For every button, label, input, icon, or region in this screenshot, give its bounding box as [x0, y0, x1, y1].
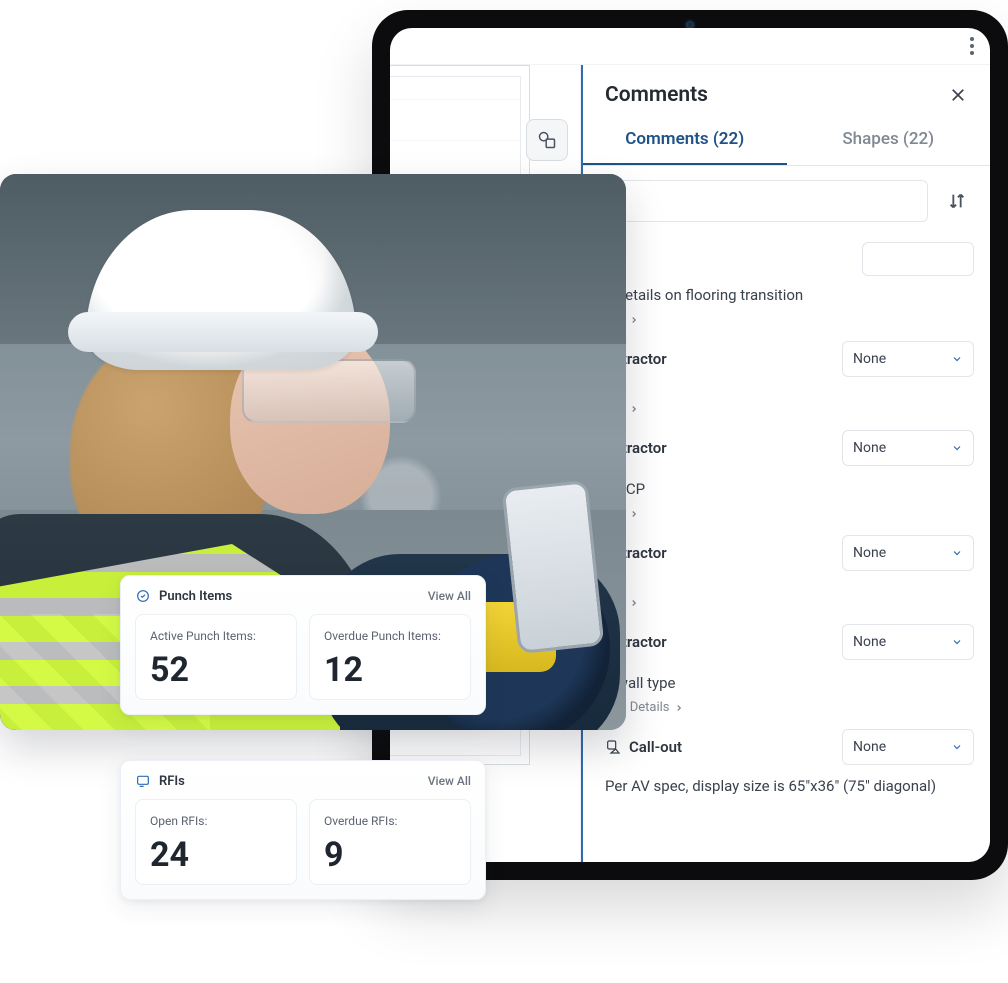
comments-panel: Comments Comments (22) Shapes (22) [581, 65, 990, 862]
assignee-select[interactable]: None [842, 341, 974, 377]
chevron-right-icon [629, 404, 639, 414]
tile-label: Open RFIs: [150, 814, 282, 828]
more-menu-icon[interactable] [964, 31, 980, 61]
tab-underline [583, 163, 787, 165]
ipad-topbar [390, 28, 990, 65]
chevron-right-icon [629, 509, 639, 519]
shapes-tool-button[interactable] [526, 119, 568, 161]
tab-comments[interactable]: Comments (22) [583, 117, 787, 163]
view-all-link[interactable]: View All [428, 774, 471, 788]
chevron-down-icon [951, 636, 963, 648]
tile-value: 52 [150, 653, 282, 687]
tile-label: Active Punch Items: [150, 629, 282, 643]
sort-icon [946, 190, 968, 212]
tile-label: Overdue RFIs: [324, 814, 456, 828]
see-details-link[interactable]: ails [605, 506, 974, 521]
tile-value: 12 [324, 653, 456, 687]
comment-text: e wall type [605, 674, 974, 692]
callout-label: Call-out [605, 738, 682, 756]
close-button[interactable] [944, 81, 972, 109]
comment-text: e details on flooring transition [605, 286, 974, 304]
tile-value: 24 [150, 838, 282, 872]
search-input[interactable]: Search [599, 180, 928, 222]
comment-item[interactable]: e details on flooring transition ails on… [583, 236, 974, 387]
punch-icon [135, 588, 151, 604]
view-all-link[interactable]: View All [428, 589, 471, 603]
chevron-right-icon [629, 315, 639, 325]
comment-text: e RCP [605, 480, 974, 498]
callout-body: Per AV spec, display size is 65"x36" (75… [605, 777, 974, 795]
status-pill[interactable] [862, 242, 974, 276]
rfi-icon [135, 773, 151, 789]
tab-shapes[interactable]: Shapes (22) [787, 117, 991, 163]
stat-tile[interactable]: Active Punch Items: 52 [135, 614, 297, 700]
punch-items-card: Punch Items View All Active Punch Items:… [120, 575, 486, 715]
see-details-link[interactable]: ails [605, 312, 974, 327]
shapes-icon [537, 130, 557, 150]
rfis-card: RFIs View All Open RFIs: 24 Overdue RFIs… [120, 760, 486, 900]
card-title: Punch Items [135, 588, 232, 604]
stat-tile[interactable]: Open RFIs: 24 [135, 799, 297, 885]
stat-tile[interactable]: Overdue RFIs: 9 [309, 799, 471, 885]
panel-tabs: Comments (22) Shapes (22) [583, 117, 990, 166]
assignee-select[interactable]: None [842, 535, 974, 571]
stat-tile[interactable]: Overdue Punch Items: 12 [309, 614, 471, 700]
assignee-select[interactable]: None [842, 729, 974, 765]
sort-button[interactable] [940, 181, 974, 221]
see-details-link[interactable]: See Details [605, 700, 974, 715]
tile-value: 9 [324, 838, 456, 872]
panel-title: Comments [605, 83, 708, 107]
chevron-down-icon [951, 741, 963, 753]
chevron-down-icon [951, 442, 963, 454]
callout-icon [605, 739, 621, 755]
card-title: RFIs [135, 773, 185, 789]
chevron-down-icon [951, 353, 963, 365]
assignee-select[interactable]: None [842, 430, 974, 466]
close-icon [949, 86, 967, 104]
tile-label: Overdue Punch Items: [324, 629, 456, 643]
see-details-link[interactable]: ails [605, 595, 974, 610]
comment-list[interactable]: e details on flooring transition ails on… [583, 236, 990, 862]
comment-item[interactable]: ails ontractor None e wall type [583, 581, 974, 805]
comment-item[interactable]: ails ontractor None e RCP [583, 387, 974, 581]
chevron-right-icon [674, 703, 684, 713]
chevron-right-icon [629, 598, 639, 608]
see-details-link[interactable]: ails [605, 401, 974, 416]
chevron-down-icon [951, 547, 963, 559]
assignee-select[interactable]: None [842, 624, 974, 660]
